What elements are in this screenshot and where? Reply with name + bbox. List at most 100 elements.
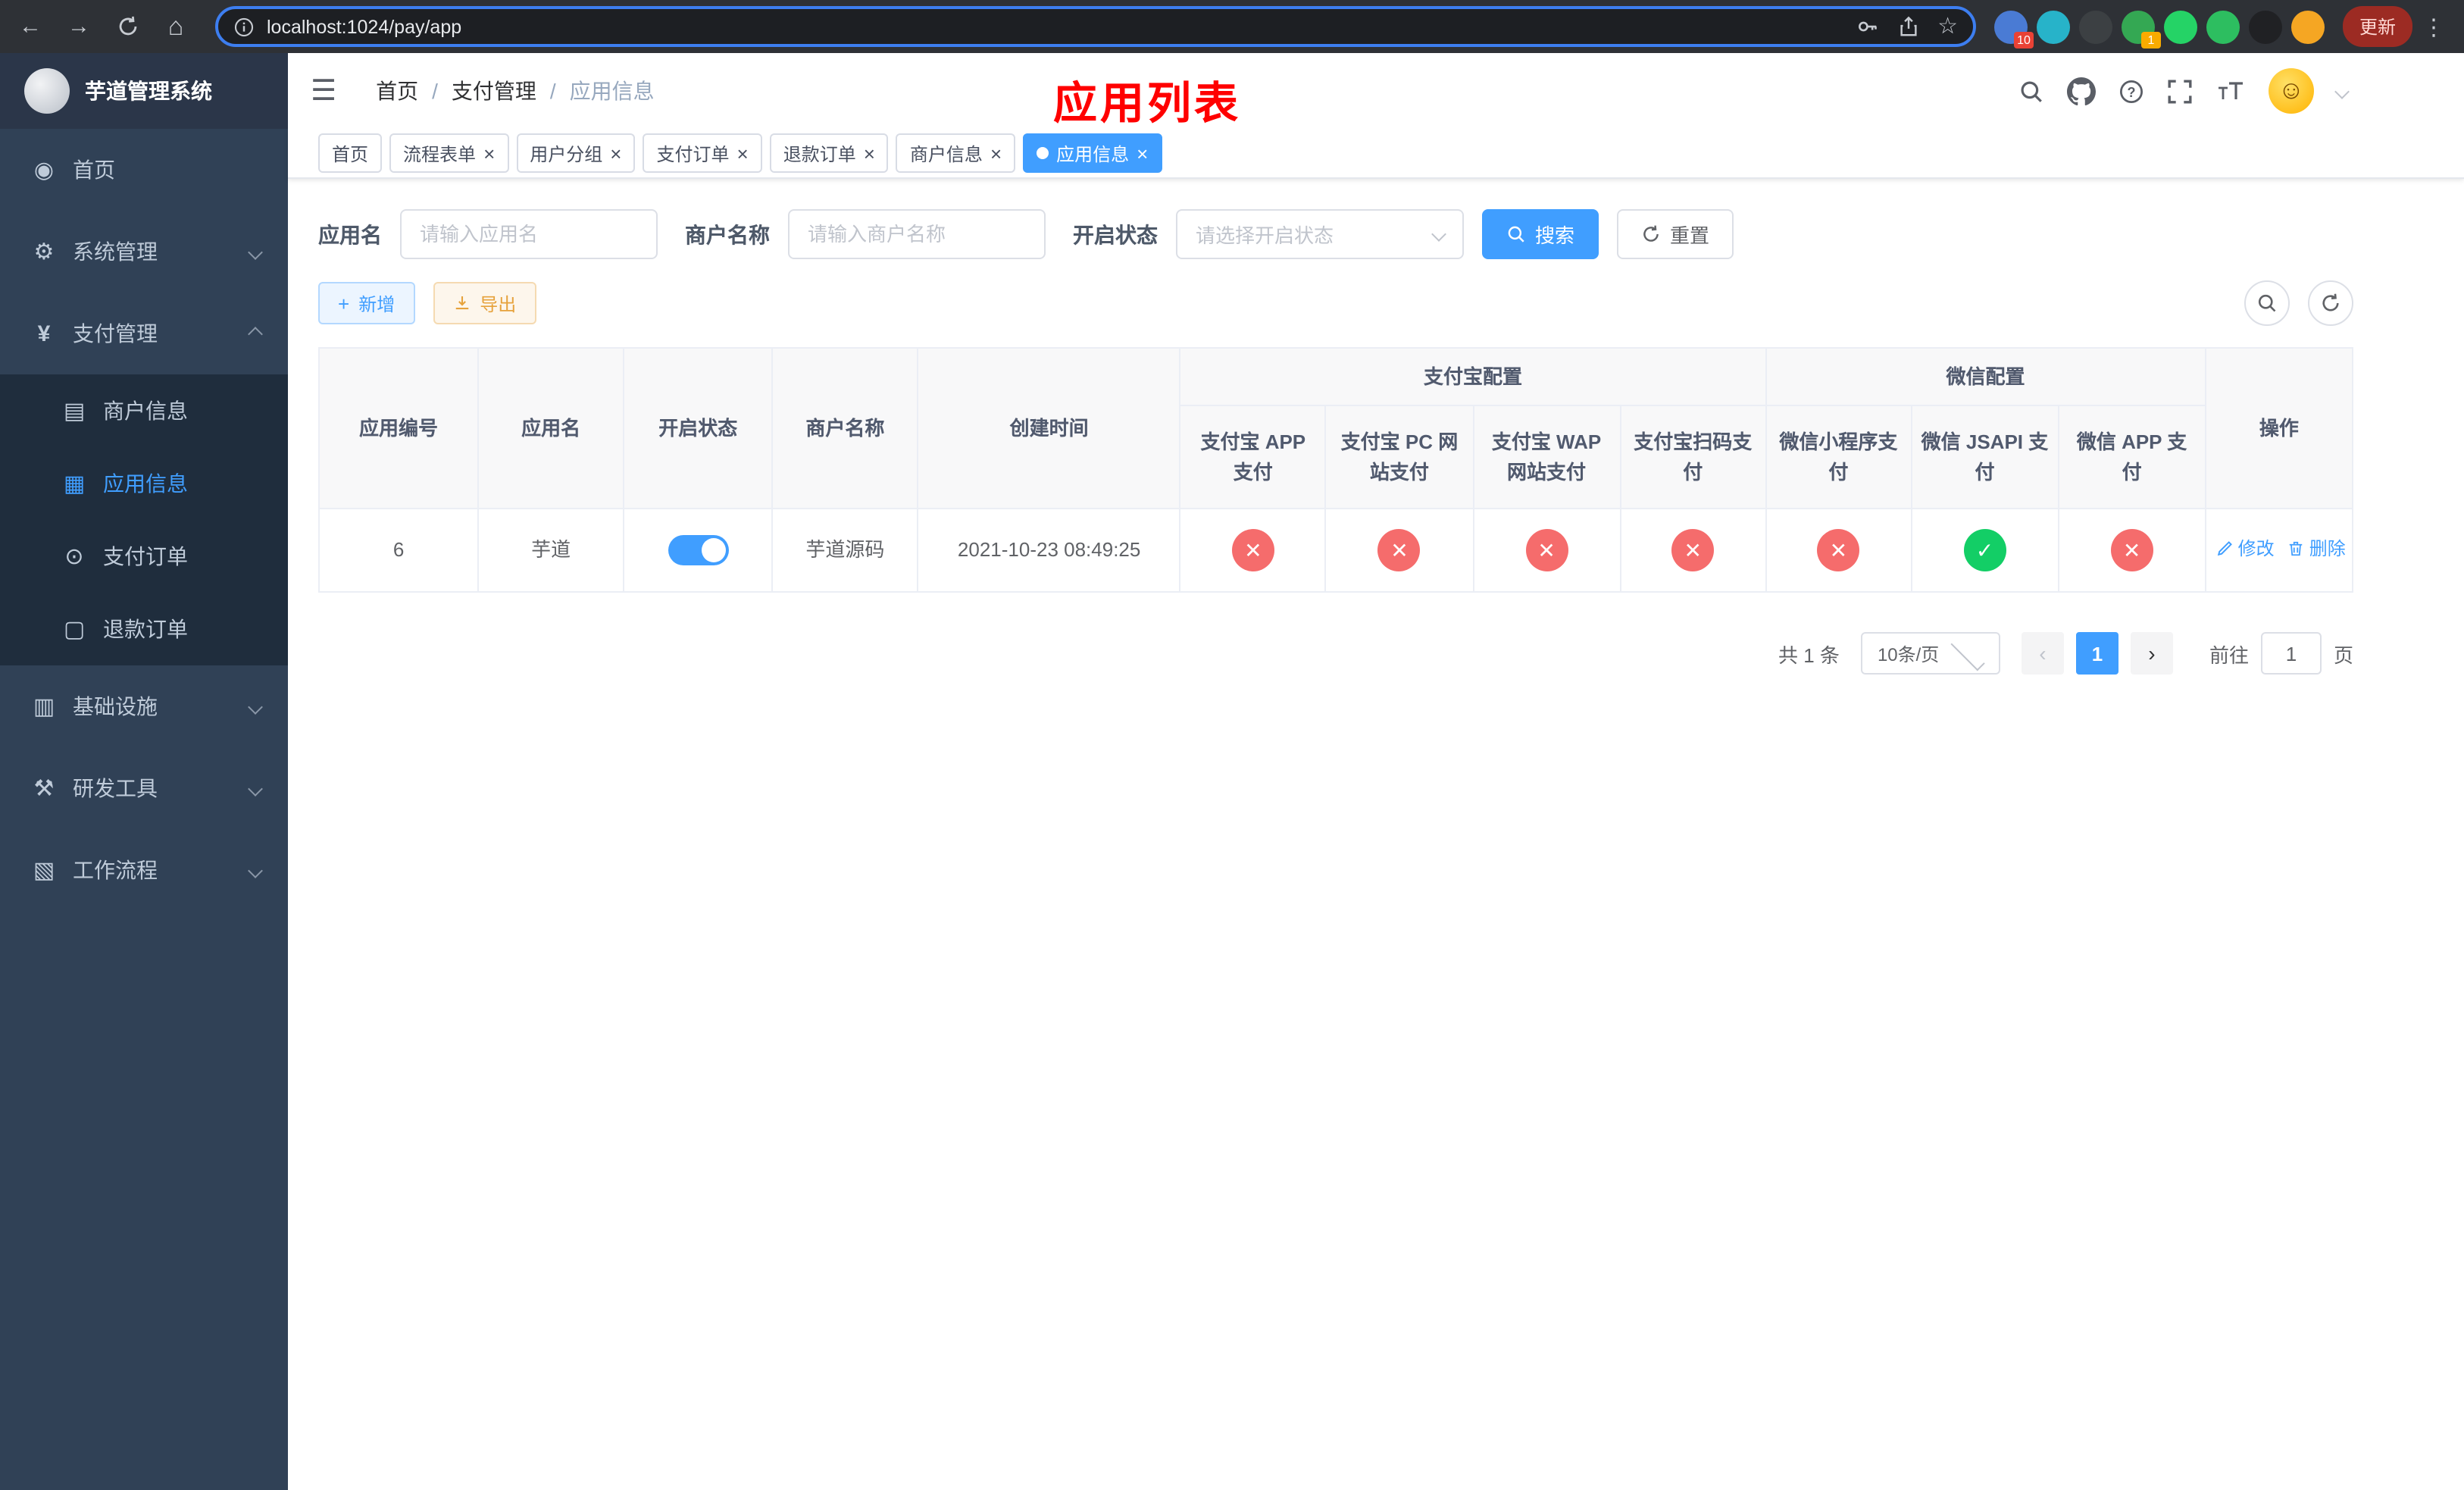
prev-page-button[interactable] [2021, 632, 2064, 675]
search-icon[interactable] [2018, 78, 2044, 104]
tab-close-icon[interactable] [610, 143, 621, 163]
status-toggle[interactable] [668, 535, 729, 566]
extension-blue-icon[interactable]: 10 [1993, 10, 2034, 48]
add-button[interactable]: + 新增 [318, 282, 415, 324]
tab-process-form[interactable]: 流程表单 [389, 133, 509, 173]
trash-icon [2287, 540, 2305, 558]
sidebar-item-home[interactable]: 首页 [0, 129, 288, 211]
wechat-app-status-icon: ✕ [2110, 529, 2153, 571]
app-table: 应用编号 应用名 开启状态 商户名称 创建时间 支付宝配置 微信配置 操作 支付… [317, 347, 2354, 593]
alipay-app-status-icon: ✕ [1231, 529, 1274, 571]
edit-pencil-icon [2215, 540, 2234, 558]
app-name-input[interactable] [400, 209, 658, 259]
gear-icon [30, 238, 58, 265]
dashboard-icon [30, 156, 58, 183]
logo-avatar-image [24, 68, 70, 114]
password-key-icon[interactable] [1856, 15, 1878, 38]
tools-icon [30, 775, 58, 802]
plus-icon: + [338, 292, 350, 315]
app-header: 首页 / 支付管理 / 应用信息 应用列表 [288, 53, 2464, 129]
payment-submenu: 商户信息 应用信息 支付订单 退款订单 [0, 374, 288, 665]
browser-update-button[interactable]: 更新 [2342, 6, 2412, 47]
reload-icon[interactable] [106, 5, 149, 48]
page-size-select[interactable]: 10条/页 [1860, 632, 2000, 675]
next-page-button[interactable] [2130, 632, 2173, 675]
extension-black-icon[interactable] [2248, 10, 2282, 43]
browser-menu-icon[interactable] [2419, 13, 2449, 40]
goto-page-input[interactable] [2260, 632, 2322, 675]
chevron-down-icon [248, 699, 263, 714]
bookmark-star-icon[interactable] [1937, 12, 1958, 41]
address-bar[interactable]: localhost:1024/pay/app [215, 6, 1976, 47]
extension-dark-icon[interactable] [2078, 10, 2112, 43]
tab-merchant-info[interactable]: 商户信息 [896, 133, 1016, 173]
app-grid-icon [61, 470, 88, 497]
help-icon[interactable] [2118, 78, 2144, 104]
tab-pay-order[interactable]: 支付订单 [643, 133, 762, 173]
user-avatar[interactable] [2269, 68, 2314, 114]
page-content: 应用名 商户名称 开启状态 请选择开启状态 搜索 重置 [288, 179, 2464, 1490]
tab-close-icon[interactable] [864, 143, 875, 163]
sidebar-item-dev-tools[interactable]: 研发工具 [0, 747, 288, 829]
cell-app-id: 6 [317, 508, 480, 593]
forward-icon[interactable] [58, 5, 100, 48]
tab-close-icon[interactable] [1137, 143, 1148, 163]
tab-refund-order[interactable]: 退款订单 [769, 133, 889, 173]
sidebar-item-infrastructure[interactable]: 基础设施 [0, 665, 288, 747]
sidebar-menu: 首页 系统管理 支付管理 商户信息 [0, 129, 288, 911]
merchant-name-label: 商户名称 [685, 222, 770, 246]
back-icon[interactable] [9, 5, 52, 48]
github-icon[interactable] [2067, 77, 2096, 105]
hamburger-icon[interactable] [311, 74, 336, 108]
merchant-name-input[interactable] [788, 209, 1046, 259]
extension-green-person-icon[interactable]: 1 [2121, 10, 2161, 48]
extension-green-chat-icon[interactable] [2163, 10, 2197, 43]
sidebar-subitem-merchant-info[interactable]: 商户信息 [0, 374, 288, 447]
breadcrumb-home[interactable]: 首页 [376, 76, 418, 106]
extension-face-icon[interactable] [2290, 10, 2325, 43]
refund-doc-icon [61, 615, 88, 643]
tab-close-icon[interactable] [990, 143, 1002, 163]
tab-home[interactable]: 首页 [318, 133, 383, 173]
chevron-down-icon[interactable] [2334, 83, 2350, 99]
status-select[interactable]: 请选择开启状态 [1176, 209, 1464, 259]
wechat-mini-status-icon: ✕ [1817, 529, 1860, 571]
extension-green-square-icon[interactable] [2206, 10, 2240, 43]
sidebar-subitem-pay-order[interactable]: 支付订单 [0, 520, 288, 593]
export-button[interactable]: 导出 [433, 282, 536, 324]
goto-suffix: 页 [2333, 643, 2353, 666]
sidebar-item-system-management[interactable]: 系统管理 [0, 211, 288, 293]
refresh-table-button[interactable] [2308, 280, 2353, 326]
fullscreen-icon[interactable] [2167, 78, 2193, 104]
col-merchant: 商户名称 [771, 347, 919, 509]
group-wechat-config: 微信配置 [1765, 347, 2206, 406]
home-icon[interactable] [155, 5, 197, 48]
reset-button[interactable]: 重置 [1617, 209, 1734, 259]
tab-close-icon[interactable] [737, 143, 749, 163]
browser-window: localhost:1024/pay/app 10 1 更新 芋道管理系统 首页 [0, 0, 2464, 1490]
filter-form: 应用名 商户名称 开启状态 请选择开启状态 搜索 重置 [318, 209, 2434, 259]
site-info-icon[interactable] [233, 16, 255, 37]
sidebar-item-payment-management[interactable]: 支付管理 [0, 293, 288, 374]
app-name-label: 应用名 [318, 222, 382, 246]
page-number-1[interactable]: 1 [2075, 632, 2118, 675]
app-logo: 芋道管理系统 [0, 53, 288, 129]
breadcrumb: 首页 / 支付管理 / 应用信息 [376, 76, 655, 106]
share-icon[interactable] [1896, 15, 1919, 38]
extension-teal-icon[interactable] [2036, 10, 2070, 43]
search-button[interactable]: 搜索 [1482, 209, 1599, 259]
sidebar-item-workflow[interactable]: 工作流程 [0, 829, 288, 911]
sidebar-subitem-app-info[interactable]: 应用信息 [0, 447, 288, 520]
cell-merchant: 芋道源码 [771, 508, 919, 593]
edit-link[interactable]: 修改 [2215, 535, 2275, 562]
col-app-id: 应用编号 [317, 347, 480, 509]
font-size-icon[interactable] [2215, 78, 2246, 104]
tab-close-icon[interactable] [483, 143, 495, 163]
sidebar-subitem-refund-order[interactable]: 退款订单 [0, 593, 288, 665]
delete-link[interactable]: 删除 [2287, 535, 2346, 562]
tab-app-info[interactable]: 应用信息 [1023, 133, 1162, 173]
yen-icon [30, 321, 58, 346]
tab-user-group[interactable]: 用户分组 [516, 133, 636, 173]
toggle-search-button[interactable] [2244, 280, 2290, 326]
breadcrumb-payment[interactable]: 支付管理 [452, 76, 536, 106]
